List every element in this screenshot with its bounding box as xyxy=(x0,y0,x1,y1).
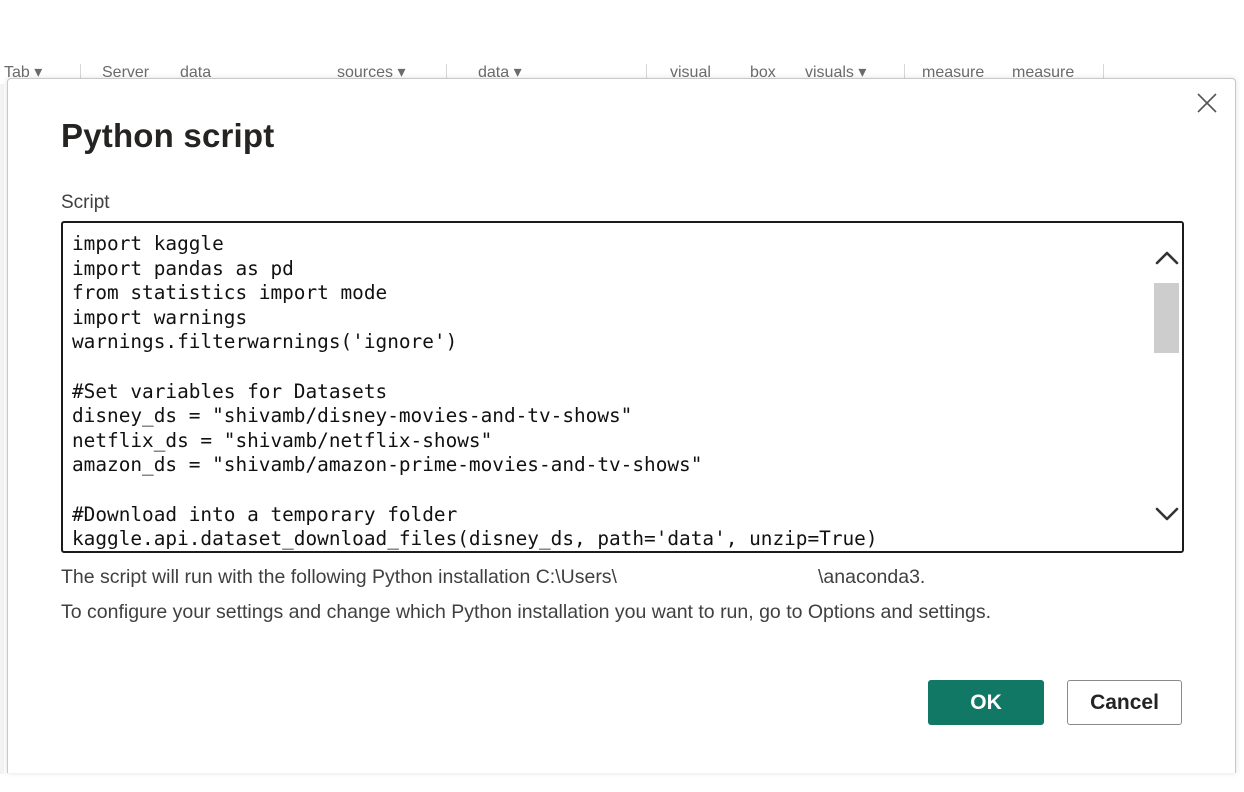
script-editor[interactable]: import kaggle import pandas as pd from sta… xyxy=(61,221,1184,553)
close-button[interactable] xyxy=(1195,91,1219,115)
code-line: warnings.filterwarnings('ignore') xyxy=(72,330,458,354)
cancel-button[interactable]: Cancel xyxy=(1067,680,1182,725)
code-line: kaggle.api.dataset_download_files(disney… xyxy=(72,527,878,551)
code-line: amazon_ds = "shivamb/amazon-prime-movies… xyxy=(72,453,703,477)
code-line: import pandas as pd xyxy=(72,256,294,280)
close-icon xyxy=(1197,93,1217,113)
dialog-title: Python script xyxy=(61,117,275,154)
code-line: import warnings xyxy=(72,305,248,329)
scroll-up-button[interactable] xyxy=(1152,245,1182,271)
code-line: from statistics import mode xyxy=(72,281,388,305)
scroll-down-button[interactable] xyxy=(1152,501,1182,527)
chevron-down-icon xyxy=(1155,507,1179,521)
code-line: #Set variables for Datasets xyxy=(72,379,388,403)
installation-path-prefix: The script will run with the following P… xyxy=(61,566,617,588)
python-installation-info: The script will run with the following P… xyxy=(61,566,925,589)
installation-path-suffix: \anaconda3. xyxy=(818,566,926,588)
code-line: disney_ds = "shivamb/disney-movies-and-t… xyxy=(72,404,633,428)
script-label: Script xyxy=(61,192,110,213)
scroll-thumb[interactable] xyxy=(1154,283,1179,353)
background-canvas-edge xyxy=(0,84,4,774)
code-line: netflix_ds = "shivamb/netflix-shows" xyxy=(72,428,493,452)
code-line: #Download into a temporary folder xyxy=(72,502,458,526)
chevron-up-icon xyxy=(1155,251,1179,265)
script-code[interactable]: import kaggle import pandas as pd from sta… xyxy=(72,232,1142,551)
code-line: import kaggle xyxy=(72,232,224,255)
configure-settings-info: To configure your settings and change wh… xyxy=(61,601,992,623)
python-script-dialog: Python script Script import kaggle import… xyxy=(7,78,1236,773)
editor-scrollbar[interactable] xyxy=(1152,223,1182,551)
ok-button[interactable]: OK xyxy=(928,680,1044,725)
